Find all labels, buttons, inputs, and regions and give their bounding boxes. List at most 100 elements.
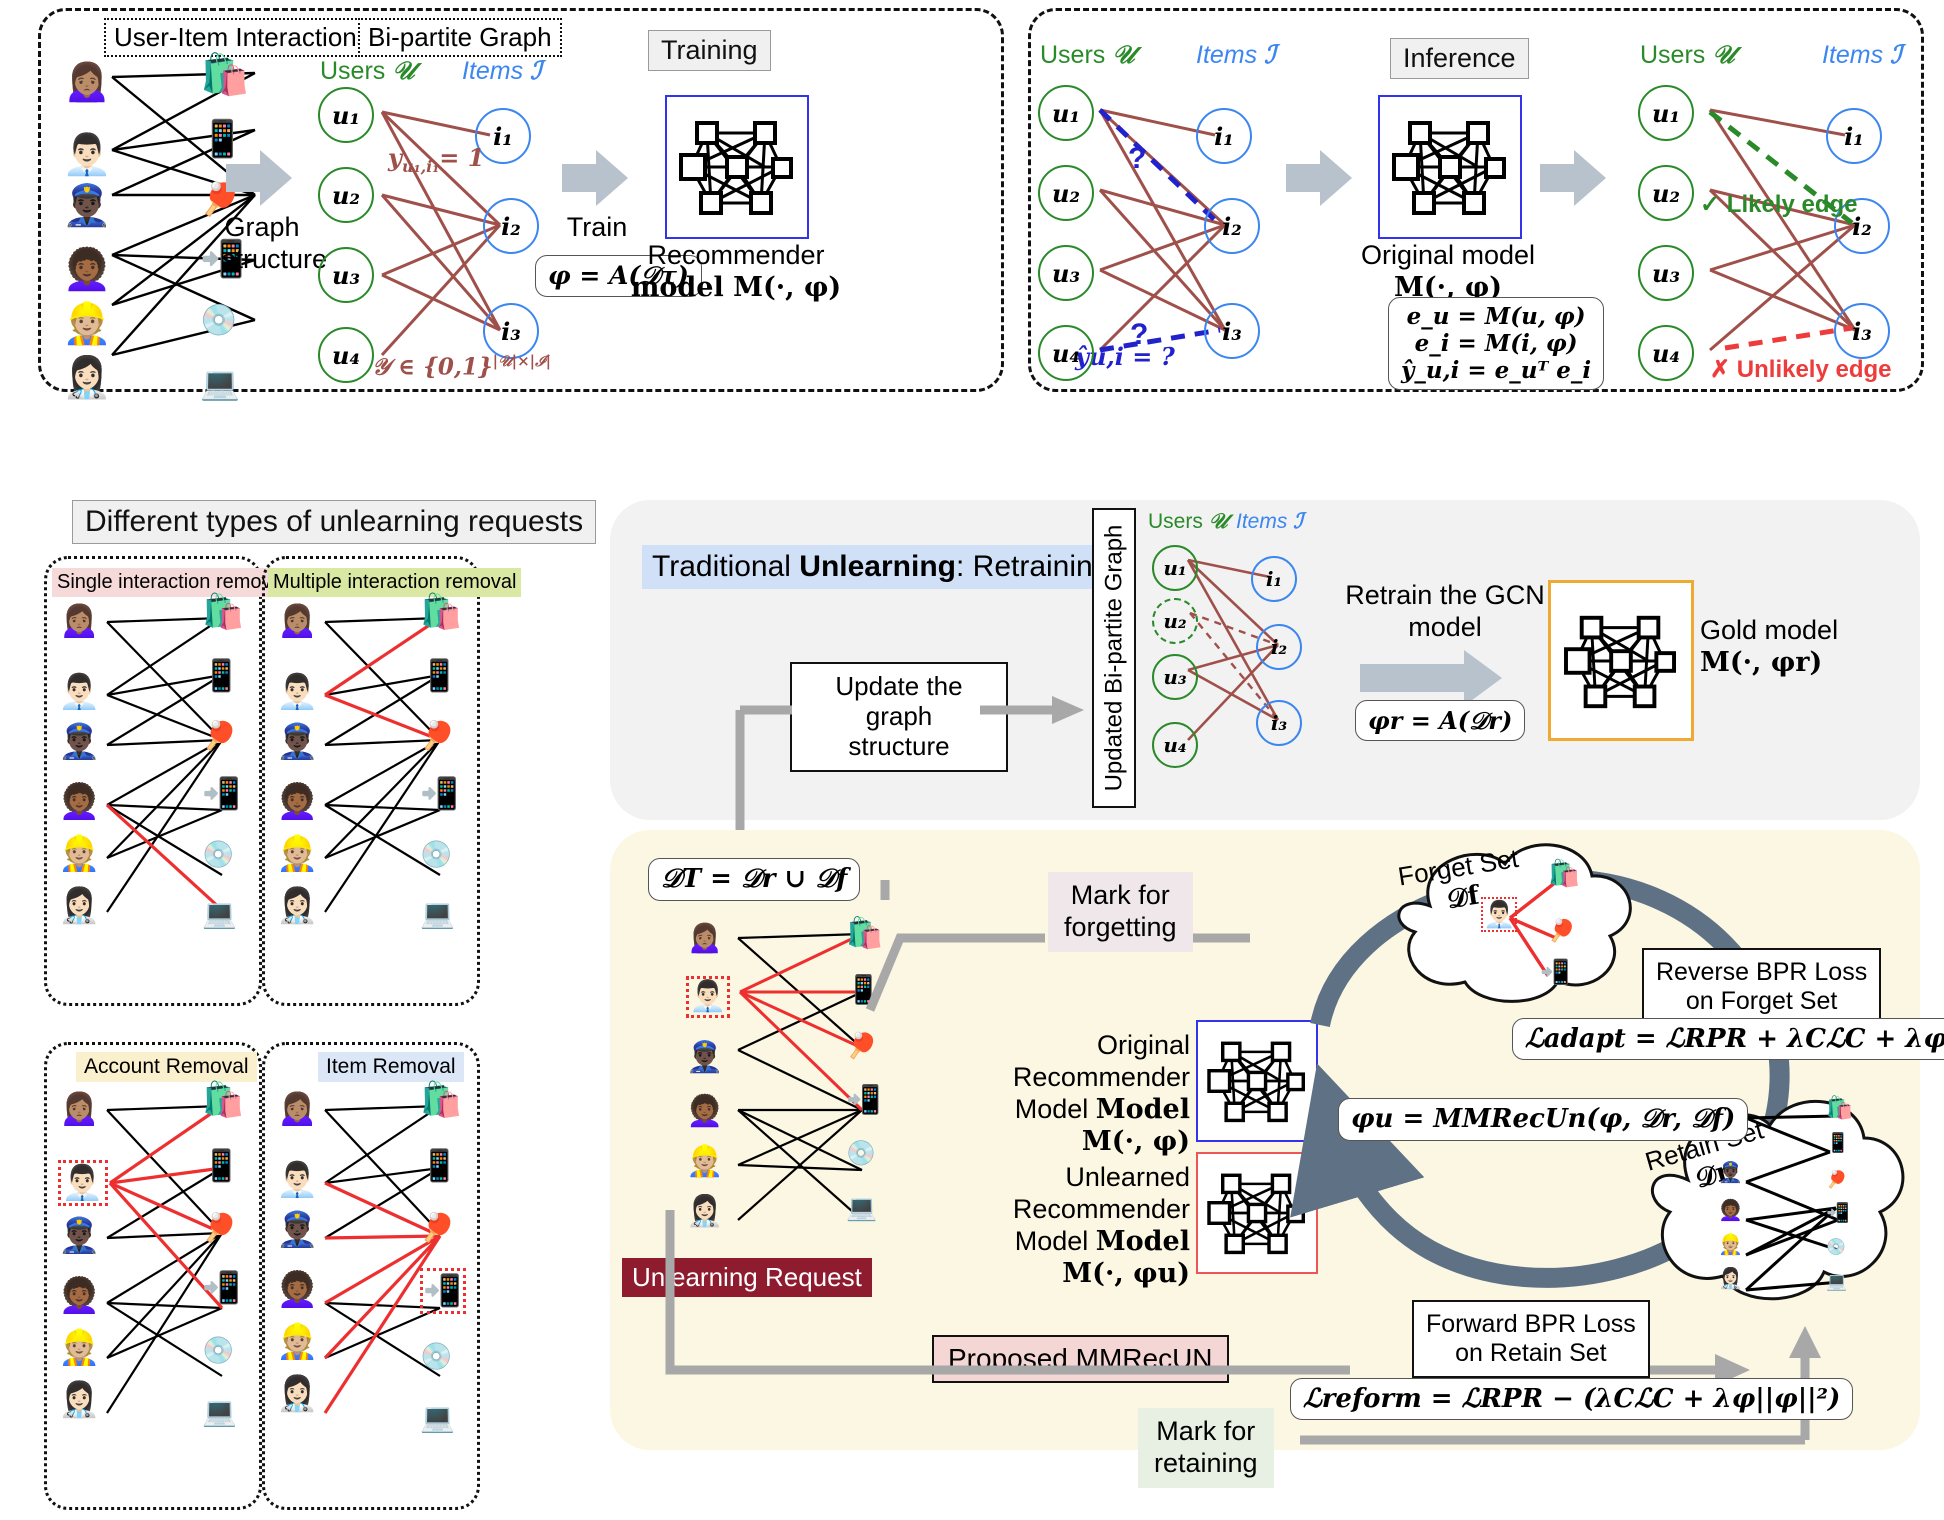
node-label: i₃ <box>1270 711 1288 735</box>
node-label: u₄ <box>1052 338 1080 368</box>
gcn-icon <box>1564 615 1676 708</box>
shopping-bag-icon: 🛍️ <box>200 53 250 97</box>
node-label: u₄ <box>1652 338 1680 368</box>
pingpong-icon: 🏓 <box>202 1212 237 1243</box>
multiple-removal-users: 🙍🏽‍♀️ 👨🏻‍💼 👮🏿‍♂️ 👩🏾‍🦱 👷🏼 👩🏻‍⚕️ <box>276 601 319 925</box>
updated-item-node-i2: i₂ <box>1256 624 1302 670</box>
items-axis-label-updated: Items ℐ <box>1236 508 1304 533</box>
updated-item-node-i3: i₃ <box>1256 700 1302 746</box>
updated-bipartite-vertical-label: Updated Bi-partite Graph <box>1092 508 1136 808</box>
updated-item-node-i1: i₁ <box>1251 556 1297 602</box>
node-label: u₁ <box>332 100 360 130</box>
retrain-gcn-label: Retrain the GCN model <box>1345 580 1545 642</box>
cross-icon: ✗ <box>1710 356 1731 383</box>
inference-arrow-2 <box>1540 150 1606 206</box>
forget-set-bag-icon: 🛍️ <box>1548 858 1581 888</box>
inference-user-node-u1: u₁ <box>1038 85 1094 141</box>
node-label: u₄ <box>332 340 360 370</box>
unlearned-recommender-caption: Unlearned Recommender Model Model M(·, φ… <box>1012 1162 1190 1289</box>
node-label: i₃ <box>501 316 521 346</box>
account-removal-items: 🛍️ 📱 🏓 📲 💿 💻 <box>202 1080 244 1432</box>
cd-icon: 💿 <box>202 1335 235 1365</box>
retain-set-edges <box>1744 1114 1841 1292</box>
unlearning-card-single-label: Single interaction removal <box>52 568 293 597</box>
smartphone-icon: 📲 <box>1826 1203 1850 1224</box>
training-title: Training <box>648 30 771 71</box>
shopping-bag-icon: 🛍️ <box>420 593 463 631</box>
cd-icon: 💿 <box>420 839 453 869</box>
item-node-i2: i₂ <box>483 198 539 254</box>
node-label: i₂ <box>1270 635 1288 659</box>
gold-model-caption: Gold model M(·, φr) <box>1700 615 1839 678</box>
original-recommender-caption: Original Recommender Model Model M(·, φ) <box>1012 1030 1190 1157</box>
inference-item-node-i2: i₂ <box>1204 198 1260 254</box>
items-symbol: ℐ <box>1293 508 1304 533</box>
pingpong-icon: 🏓 <box>202 720 237 751</box>
item-removal-users: 🙍🏽‍♀️ 👨🏻‍💼 👮🏿‍♂️ 👩🏾‍🦱 👷🏼 👩🏻‍⚕️ <box>276 1089 319 1413</box>
laptop-icon: 💻 <box>420 898 455 929</box>
forward-bpr-loss-label: Forward BPR Loss on Retain Set <box>1412 1300 1650 1378</box>
edge-weight-label: yu₁,i₁= 1 <box>388 143 485 176</box>
mark-for-forgetting-label: Mark for forgetting <box>1048 872 1193 952</box>
node-label: i₁ <box>1265 567 1283 591</box>
eq-eu: e_u = M(u, φ) <box>1406 303 1586 330</box>
items-axis-label-training: Items ℐ <box>462 56 542 85</box>
forget-set-pingpong-icon: 🏓 <box>1548 918 1576 943</box>
smartphone-icon: 📲 <box>202 776 241 811</box>
train-arrow <box>562 150 628 206</box>
item-removal-items: 🛍️ 📱 🏓 📲 💿 💻 <box>420 1080 466 1438</box>
pda-icon: 📱 <box>420 1148 459 1183</box>
graph-structure-label: Graph structure <box>222 212 328 274</box>
inference-item-node-i3: i₃ <box>1204 303 1260 359</box>
laptop-icon: 💻 <box>200 365 240 401</box>
laptop-icon: 💻 <box>202 1396 237 1427</box>
likely-edge-legend: ✓ Likely edge <box>1700 191 1858 218</box>
train-label: Train <box>566 212 628 242</box>
inference-user-node-u2: u₂ <box>1038 165 1094 221</box>
removed-account-highlight: 👨🏻‍💼 <box>58 1160 108 1206</box>
traditional-connectors <box>735 696 1084 840</box>
retrain-arrow <box>1360 650 1502 706</box>
node-label: u₃ <box>332 260 360 290</box>
node-label: i₂ <box>501 211 521 241</box>
forget-set-phone-icon: 📲 <box>1540 959 1570 986</box>
updated-user-node-u1: u₁ <box>1152 545 1198 591</box>
prediction-item-node-i3: i₃ <box>1834 303 1890 359</box>
prediction-item-node-i1: i₁ <box>1826 108 1882 164</box>
shopping-bag-icon: 🛍️ <box>202 593 245 631</box>
user-avatar-list: 🙍🏽‍♀️ 👨🏻‍💼 👮🏿‍♂️ 👩🏾‍🦱 👷🏼 👩🏻‍⚕️ <box>62 59 112 400</box>
bipartite-graph-title: Bi-partite Graph <box>358 18 562 57</box>
item-node-i3: i₃ <box>483 303 539 359</box>
pda-icon: 📱 <box>202 658 241 693</box>
cd-icon: 💿 <box>200 304 238 337</box>
updated-user-node-u2: u₂ <box>1152 598 1198 644</box>
shopping-bag-icon: 🛍️ <box>1826 1095 1854 1120</box>
users-symbol: 𝒰 <box>1112 40 1135 69</box>
user-node-u3: u₃ <box>318 247 374 303</box>
pda-icon: 📱 <box>202 1148 241 1183</box>
node-label: u₁ <box>1052 98 1080 128</box>
unlikely-edge-legend: ✗ Unlikely edge <box>1710 356 1892 383</box>
node-label: u₁ <box>1163 556 1187 580</box>
items-symbol: ℐ <box>1264 40 1276 69</box>
recommender-model-box <box>665 95 809 239</box>
inference-equations-box: e_u = M(u, φ) e_i = M(i, φ) ŷ_u,i = e_uᵀ… <box>1388 297 1605 390</box>
smartphone-icon: 📲 <box>420 776 459 811</box>
users-axis-label-updated: Users 𝒰 <box>1148 508 1228 533</box>
node-label: u₄ <box>1163 733 1187 757</box>
mmrecun-equation: φu = MMRecUn(φ, 𝒟r, 𝒟f) <box>1338 1098 1749 1141</box>
inference-user-node-u4: u₄ <box>1038 325 1094 381</box>
pingpong-icon: 🏓 <box>420 720 455 751</box>
retain-set-items: 🛍️ 📱 🏓 📲 💿 💻 <box>1826 1096 1853 1294</box>
inference-arrow-1 <box>1286 150 1352 206</box>
laptop-icon: 💻 <box>1826 1272 1848 1291</box>
items-axis-label-prediction: Items ℐ <box>1822 40 1902 69</box>
unlearning-card-multiple-label: Multiple interaction removal <box>268 568 522 597</box>
reform-loss-equation: ℒreform = ℒRPR − (λCℒC + λφ||φ||²) <box>1290 1378 1854 1420</box>
mark-for-retaining-label: Mark for retaining <box>1138 1408 1274 1488</box>
shopping-bag-icon: 🛍️ <box>202 1081 245 1119</box>
prediction-user-node-u3: u₃ <box>1638 245 1694 301</box>
gcn-icon <box>679 121 793 215</box>
smartphone-icon: 📲 <box>202 1270 241 1305</box>
account-removal-users: 🙍🏽‍♀️ 👨🏻‍💼 👮🏿‍♂️ 👩🏾‍🦱 👷🏼 👩🏻‍⚕️ <box>58 1088 108 1420</box>
